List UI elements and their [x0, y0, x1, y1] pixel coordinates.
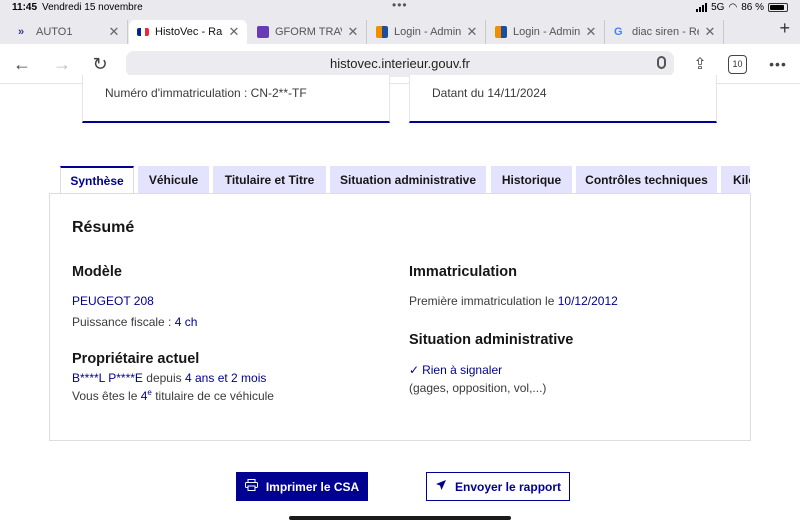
proprietaire-line: B****L P****E depuis 4 ans et 2 mois — [72, 371, 266, 385]
google-icon: G — [614, 26, 623, 38]
model-name: PEUGEOT 208 — [72, 294, 154, 308]
immatriculation-date: 10/12/2012 — [557, 294, 618, 308]
immatriculation-label: Première immatriculation le — [409, 294, 555, 308]
microphone-icon[interactable] — [657, 56, 666, 69]
report-tabs: Synthèse Véhicule Titulaire et Titre Sit… — [60, 166, 750, 194]
form-icon — [257, 26, 269, 38]
browser-tab-title: AUTO1 — [36, 26, 73, 38]
tab-synthese[interactable]: Synthèse — [60, 166, 134, 194]
chevrons-icon: » — [18, 26, 25, 38]
owner-name: B****L P****E — [72, 371, 143, 385]
tab-titulaire-titre[interactable]: Titulaire et Titre — [213, 166, 326, 194]
battery-icon — [768, 3, 788, 12]
back-arrow-icon[interactable]: ← — [10, 52, 34, 76]
print-csa-button[interactable]: Imprimer le CSA — [236, 472, 368, 501]
tab-historique[interactable]: Historique — [491, 166, 572, 194]
close-icon[interactable]: ✕ — [107, 24, 121, 40]
titulaire-prefix: Vous êtes le — [72, 389, 138, 403]
page-content: Numéro d'immatriculation : CN-2**-TF Dat… — [0, 75, 800, 525]
situation-status: Rien à signaler — [422, 363, 503, 377]
status-time: 11:45 — [12, 2, 38, 13]
situation-title: Situation administrative — [409, 332, 574, 348]
puissance-value: 4 ch — [174, 315, 198, 329]
situation-details: (gages, opposition, vol,...) — [409, 381, 547, 395]
url-text: histovec.interieur.gouv.fr — [330, 56, 470, 71]
puissance-line: Puissance fiscale : 4 ch — [72, 315, 197, 329]
modele-title: Modèle — [72, 264, 122, 280]
browser-tab-title: diac siren - Recherche — [632, 26, 699, 38]
tab-count-button[interactable]: 10 — [728, 55, 747, 74]
reload-icon[interactable]: ↻ — [88, 52, 112, 76]
new-tab-icon[interactable]: + — [779, 18, 790, 39]
checkmark-icon: ✓ — [409, 363, 420, 377]
browser-tab[interactable]: » AUTO1 ✕ — [10, 20, 128, 44]
browser-tab[interactable]: GFORM TRAVAIL ✕ — [249, 20, 367, 44]
close-icon[interactable]: ✕ — [465, 24, 479, 40]
status-bar: 11:45 Vendredi 15 novembre ••• 5G ◠ 86 % — [0, 0, 800, 16]
proprietaire-title: Propriétaire actuel — [72, 351, 200, 367]
grid-logo-icon — [376, 26, 388, 38]
depuis-label: depuis — [146, 371, 182, 385]
tab-vehicule[interactable]: Véhicule — [138, 166, 209, 194]
browser-tab[interactable]: Login - Admin CRM ✕ — [368, 20, 486, 44]
close-icon[interactable]: ✕ — [584, 24, 598, 40]
status-indicators: 5G ◠ 86 % — [696, 2, 788, 13]
multitasking-dots-icon[interactable]: ••• — [392, 0, 408, 12]
browser-tab[interactable]: G diac siren - Recherche ✕ — [606, 20, 724, 44]
situation-status-line: ✓ Rien à signaler — [409, 363, 502, 377]
synthese-panel: Résumé Modèle PEUGEOT 208 Puissance fisc… — [49, 193, 751, 441]
send-icon — [435, 479, 447, 494]
browser-tab-title: Login - Admin CRM — [513, 26, 580, 38]
browser-tab-title: GFORM TRAVAIL — [275, 26, 342, 38]
browser-tab-strip: » AUTO1 ✕ HistoVec - Rapport ✕ GFORM TRA… — [0, 16, 800, 44]
close-icon[interactable]: ✕ — [346, 24, 360, 40]
wifi-icon: ◠ — [728, 2, 738, 13]
tab-kilometrage[interactable]: Kilométrage — [721, 166, 750, 194]
tab-situation-administrative[interactable]: Situation administrative — [330, 166, 486, 194]
status-date: Vendredi 15 novembre — [42, 2, 143, 13]
french-flag-icon — [137, 28, 149, 36]
tab-controles-techniques[interactable]: Contrôles techniques — [576, 166, 717, 194]
titulaire-line: Vous êtes le 4e titulaire de ce véhicule — [72, 388, 274, 403]
send-report-label: Envoyer le rapport — [454, 479, 562, 494]
puissance-label: Puissance fiscale : — [72, 315, 172, 329]
grid-logo-icon — [495, 26, 507, 38]
registration-number: Numéro d'immatriculation : CN-2**-TF — [105, 86, 307, 100]
browser-tab-active[interactable]: HistoVec - Rapport ✕ — [129, 20, 247, 44]
battery-percent: 86 % — [741, 2, 764, 13]
send-report-button[interactable]: Envoyer le rapport — [426, 472, 570, 501]
browser-tab[interactable]: Login - Admin CRM ✕ — [487, 20, 605, 44]
network-label: 5G — [711, 2, 725, 13]
immatriculation-title: Immatriculation — [409, 264, 517, 280]
forward-arrow-icon[interactable]: → — [50, 52, 74, 76]
owner-duration: 4 ans et 2 mois — [185, 371, 267, 385]
address-bar[interactable]: histovec.interieur.gouv.fr — [126, 51, 674, 77]
home-indicator[interactable] — [289, 516, 511, 520]
share-icon[interactable]: ⇪ — [688, 52, 712, 76]
registration-card: Numéro d'immatriculation : CN-2**-TF — [82, 75, 390, 123]
owner-rank-suffix: e — [147, 388, 152, 397]
more-menu-icon[interactable]: ••• — [766, 52, 790, 76]
resume-title: Résumé — [72, 219, 135, 236]
browser-tab-title: HistoVec - Rapport — [155, 26, 223, 38]
close-icon[interactable]: ✕ — [703, 24, 717, 40]
immatriculation-line: Première immatriculation le 10/12/2012 — [409, 294, 618, 308]
signal-icon — [696, 3, 708, 12]
report-date-card: Datant du 14/11/2024 — [409, 75, 717, 123]
printer-icon — [244, 479, 258, 494]
model-name-value: PEUGEOT 208 — [72, 294, 154, 308]
close-icon[interactable]: ✕ — [227, 24, 241, 40]
print-csa-label: Imprimer le CSA — [265, 479, 360, 494]
browser-tab-title: Login - Admin CRM — [394, 26, 461, 38]
report-date: Datant du 14/11/2024 — [432, 86, 547, 100]
titulaire-suffix: titulaire de ce véhicule — [155, 389, 274, 403]
